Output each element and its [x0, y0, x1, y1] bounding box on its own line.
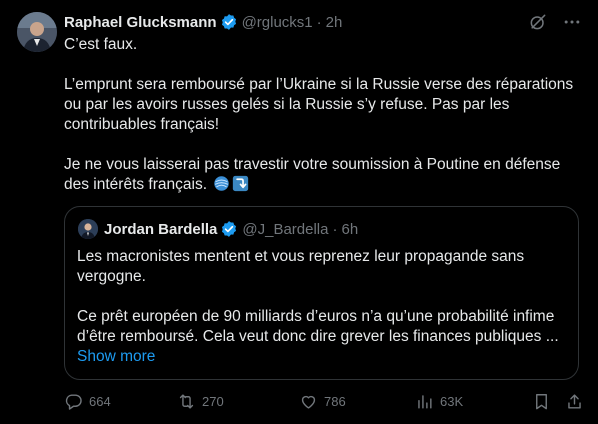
tweet-time[interactable]: 2h [326, 14, 343, 31]
top-actions [528, 12, 582, 37]
bookmark-button[interactable] [532, 392, 551, 411]
yarn-ball-emoji [213, 175, 230, 198]
tweet-paragraph-1: C’est faux. [64, 36, 138, 53]
quoted-author-name[interactable]: Jordan Bardella [104, 221, 217, 238]
share-icon [565, 392, 584, 411]
verified-badge-icon [220, 13, 238, 31]
quoted-paragraph-2: Ce prêt européen de 90 milliards d’euros… [77, 308, 559, 345]
right-arrow-curving-down-emoji [232, 175, 249, 198]
quoted-header-separator: · [332, 220, 338, 238]
reply-count: 664 [89, 394, 111, 409]
author-handle[interactable]: @rglucks1 [242, 14, 313, 31]
grok-icon[interactable] [528, 12, 548, 37]
reply-button[interactable]: 664 [64, 392, 111, 411]
views-button[interactable]: 63K [415, 392, 463, 411]
author-avatar[interactable] [17, 12, 57, 52]
tweet-paragraph-3: Je ne vous laisserai pas travestir votre… [64, 155, 584, 198]
author-name[interactable]: Raphael Glucksmann [64, 14, 217, 31]
views-count: 63K [440, 394, 464, 409]
views-icon [415, 392, 434, 411]
reply-icon [64, 392, 83, 411]
quoted-tweet-header: Jordan Bardella @J_Bardella · 6h [78, 219, 358, 239]
tweet-paragraph-2: L’emprunt sera remboursé par l’Ukraine s… [64, 76, 574, 133]
quoted-author-avatar[interactable] [78, 219, 98, 239]
tweet-text: C’est faux. L’emprunt sera remboursé par… [64, 35, 584, 198]
bookmark-icon [532, 392, 551, 411]
tweet-actions-bar: 664 270 786 63K [64, 392, 584, 414]
tweet-paragraph-3-text: Je ne vous laisserai pas travestir votre… [64, 156, 561, 193]
quoted-paragraph-1: Les macronistes mentent et vous reprenez… [77, 248, 525, 285]
quoted-tweet[interactable]: Jordan Bardella @J_Bardella · 6h Les mac… [64, 206, 579, 380]
verified-badge-icon [220, 220, 238, 238]
repost-icon [177, 392, 196, 411]
quoted-tweet-text: Les macronistes mentent et vous reprenez… [77, 247, 569, 367]
like-count: 786 [324, 394, 346, 409]
repost-button[interactable]: 270 [177, 392, 224, 411]
more-icon[interactable] [562, 12, 582, 37]
repost-count: 270 [202, 394, 224, 409]
header-separator: · [316, 13, 322, 31]
like-icon [299, 392, 318, 411]
show-more-link[interactable]: Show more [77, 347, 569, 367]
tweet-header: Raphael Glucksmann @rglucks1 · 2h [64, 12, 342, 32]
like-button[interactable]: 786 [299, 392, 346, 411]
quoted-tweet-time[interactable]: 6h [341, 221, 358, 238]
share-button[interactable] [565, 392, 584, 411]
quoted-author-handle[interactable]: @J_Bardella [242, 221, 328, 238]
